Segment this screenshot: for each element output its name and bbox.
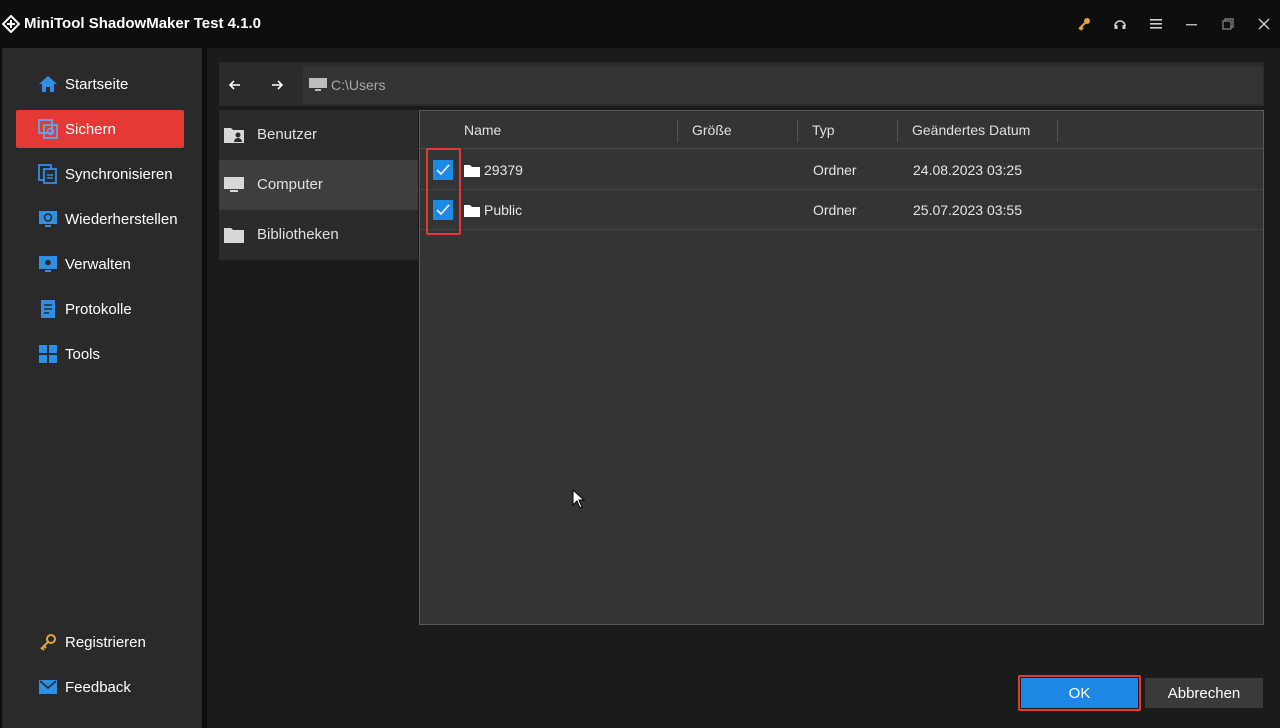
sidebar-item-label: Protokolle	[65, 300, 132, 318]
row-name: 29379	[484, 162, 523, 178]
cancel-button[interactable]: Abbrechen	[1145, 678, 1263, 708]
row-date: 24.08.2023 03:25	[913, 162, 1022, 178]
column-separator[interactable]	[1057, 120, 1058, 142]
sidebar-item-feedback[interactable]: Feedback	[16, 668, 184, 706]
column-separator[interactable]	[797, 120, 798, 142]
sidebar-item-label: Registrieren	[65, 633, 146, 651]
sidebar-item-sichern[interactable]: Sichern	[16, 110, 184, 148]
checkmark-icon	[436, 204, 450, 216]
sidebar-item-label: Wiederherstellen	[65, 210, 178, 228]
row-name: Public	[484, 202, 523, 218]
sidebar-item-label: Synchronisieren	[65, 165, 173, 183]
column-date[interactable]: Geändertes Datum	[912, 122, 1030, 138]
row-checkbox[interactable]	[433, 160, 453, 180]
column-separator[interactable]	[897, 120, 898, 142]
sidebar-item-startseite[interactable]: Startseite	[16, 65, 184, 103]
column-name[interactable]: Name	[464, 122, 501, 138]
table-row[interactable]: Public Ordner 25.07.2023 03:55	[420, 190, 1263, 230]
folder-icon	[464, 165, 480, 177]
location-bibliotheken[interactable]: Bibliotheken	[219, 210, 418, 260]
log-icon	[38, 299, 58, 319]
mouse-cursor-icon	[572, 489, 586, 509]
backup-icon	[38, 119, 58, 139]
sidebar-item-label: Verwalten	[65, 255, 131, 273]
path-text: C:\Users	[331, 77, 386, 93]
sidebar-item-label: Tools	[65, 345, 101, 363]
location-label: Benutzer	[257, 126, 318, 143]
restore-monitor-icon	[38, 209, 58, 229]
folder-icon	[464, 205, 480, 217]
app-title: MiniTool ShadowMaker Test 4.1.0	[24, 15, 261, 32]
computer-icon	[309, 78, 327, 91]
mail-icon	[38, 677, 58, 697]
app-logo-icon	[2, 15, 20, 33]
sidebar-item-label: Feedback	[65, 678, 131, 696]
table-row[interactable]: 29379 Ordner 24.08.2023 03:25	[420, 150, 1263, 190]
forward-arrow-icon[interactable]	[266, 74, 288, 96]
row-type: Ordner	[813, 202, 857, 218]
location-benutzer[interactable]: Benutzer	[219, 110, 418, 160]
file-list-header: Name Größe Typ Geändertes Datum	[420, 111, 1263, 149]
restore-icon[interactable]	[1218, 14, 1238, 34]
column-size[interactable]: Größe	[692, 122, 732, 138]
sync-icon	[38, 164, 58, 184]
sidebar-item-tools[interactable]: Tools	[16, 335, 184, 373]
row-type: Ordner	[813, 162, 857, 178]
sidebar-item-wiederherstellen[interactable]: Wiederherstellen	[16, 200, 184, 238]
user-folder-icon	[224, 128, 244, 143]
column-separator[interactable]	[677, 120, 678, 142]
back-arrow-icon[interactable]	[224, 74, 246, 96]
file-list: Name Größe Typ Geändertes Datum 29379 Or…	[419, 110, 1264, 625]
sidebar-item-protokolle[interactable]: Protokolle	[16, 290, 184, 328]
computer-icon	[224, 177, 244, 192]
sidebar-item-registrieren[interactable]: Registrieren	[16, 623, 184, 661]
menu-icon[interactable]	[1146, 14, 1166, 34]
home-icon	[38, 74, 58, 94]
checkmark-icon	[436, 164, 450, 176]
key-icon[interactable]	[1074, 14, 1094, 34]
tools-grid-icon	[38, 344, 58, 364]
sidebar-item-label: Startseite	[65, 75, 129, 93]
path-bar[interactable]: C:\Users	[303, 66, 1263, 104]
column-type[interactable]: Typ	[812, 122, 835, 138]
key-icon	[38, 632, 58, 652]
sidebar-item-verwalten[interactable]: Verwalten	[16, 245, 184, 283]
location-label: Computer	[257, 176, 323, 193]
ok-button[interactable]: OK	[1021, 678, 1138, 708]
minimize-icon[interactable]	[1182, 14, 1202, 34]
sidebar-item-synchronisieren[interactable]: Synchronisieren	[16, 155, 184, 193]
location-label: Bibliotheken	[257, 226, 339, 243]
headset-icon[interactable]	[1110, 14, 1130, 34]
row-date: 25.07.2023 03:55	[913, 202, 1022, 218]
close-icon[interactable]	[1254, 14, 1274, 34]
sidebar-item-label: Sichern	[65, 120, 116, 138]
title-bar: MiniTool ShadowMaker Test 4.1.0	[0, 0, 1280, 48]
location-computer[interactable]: Computer	[219, 160, 418, 210]
row-checkbox[interactable]	[433, 200, 453, 220]
folder-icon	[224, 228, 244, 243]
manage-icon	[38, 254, 58, 274]
